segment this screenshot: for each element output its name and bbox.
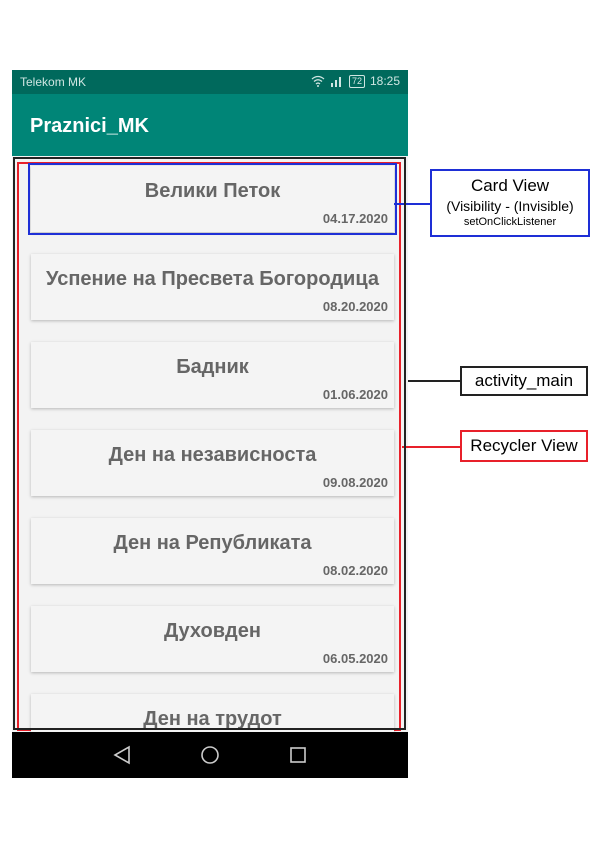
recycler-view-callout: Recycler View — [460, 430, 588, 462]
holiday-card[interactable]: Духовден 06.05.2020 — [31, 606, 394, 672]
battery-icon: 72 — [348, 74, 365, 88]
activity-main-connector — [408, 380, 460, 382]
back-icon[interactable] — [110, 743, 134, 767]
holiday-name: Велики Петок — [144, 180, 281, 202]
home-icon[interactable] — [198, 743, 222, 767]
navigation-bar — [12, 732, 408, 778]
holiday-date: 06.05.2020 — [322, 651, 388, 666]
holiday-name: Ден на независноста — [108, 444, 317, 466]
card-view-callout-title: Card View — [470, 176, 550, 195]
holiday-date: 01.06.2020 — [322, 387, 388, 402]
holiday-name: Ден на Републиката — [113, 532, 312, 554]
holiday-card[interactable]: Успение на Пресвета Богородица 08.20.202… — [31, 254, 394, 320]
holiday-card[interactable]: Ден на Републиката 08.02.2020 — [31, 518, 394, 584]
status-bar: Telekom MK 72 18:25 — [12, 70, 408, 94]
activity-main-callout: activity_main — [460, 366, 588, 396]
holiday-name: Духовден — [164, 620, 261, 642]
holiday-name: Ден на трудот — [143, 708, 282, 730]
app-title: Praznici_MK — [30, 115, 149, 137]
holiday-card[interactable]: Ден на независноста 09.08.2020 — [31, 430, 394, 496]
phone-screen: Telekom MK 72 18:25 Praznici_MK Велики П… — [12, 70, 408, 778]
holiday-date: 04.17.2020 — [322, 211, 388, 226]
carrier-label: Telekom MK — [20, 75, 87, 89]
signal-icon — [330, 77, 341, 87]
card-view-callout-detail: setOnClickListener — [463, 216, 557, 228]
card-view-callout: Card View (Visibility - (Invisible) setO… — [430, 169, 590, 237]
holiday-date: 08.20.2020 — [322, 299, 388, 314]
card-view-callout-subtitle: (Visibility - (Invisible) — [446, 198, 574, 214]
holiday-card[interactable]: Ден на трудот — [31, 694, 394, 732]
status-icons: 72 18:25 — [311, 74, 400, 88]
holiday-date: 08.02.2020 — [322, 563, 388, 578]
app-toolbar: Praznici_MK — [12, 94, 408, 156]
card-view-connector — [394, 203, 430, 205]
holiday-card[interactable]: Велики Петок 04.17.2020 — [28, 163, 397, 235]
holiday-name: Успение на Пресвета Богородица — [46, 268, 379, 290]
recents-icon[interactable] — [286, 743, 310, 767]
recycler-view-connector — [402, 446, 460, 448]
holiday-date: 09.08.2020 — [322, 475, 388, 490]
holiday-card[interactable]: Бадник 01.06.2020 — [31, 342, 394, 408]
recycler-view[interactable]: Велики Петок 04.17.2020 Успение на Пресв… — [17, 162, 401, 732]
wifi-icon — [311, 75, 325, 87]
activity-main: Велики Петок 04.17.2020 Успение на Пресв… — [12, 156, 408, 732]
clock: 18:25 — [369, 74, 400, 88]
holiday-name: Бадник — [176, 356, 249, 378]
